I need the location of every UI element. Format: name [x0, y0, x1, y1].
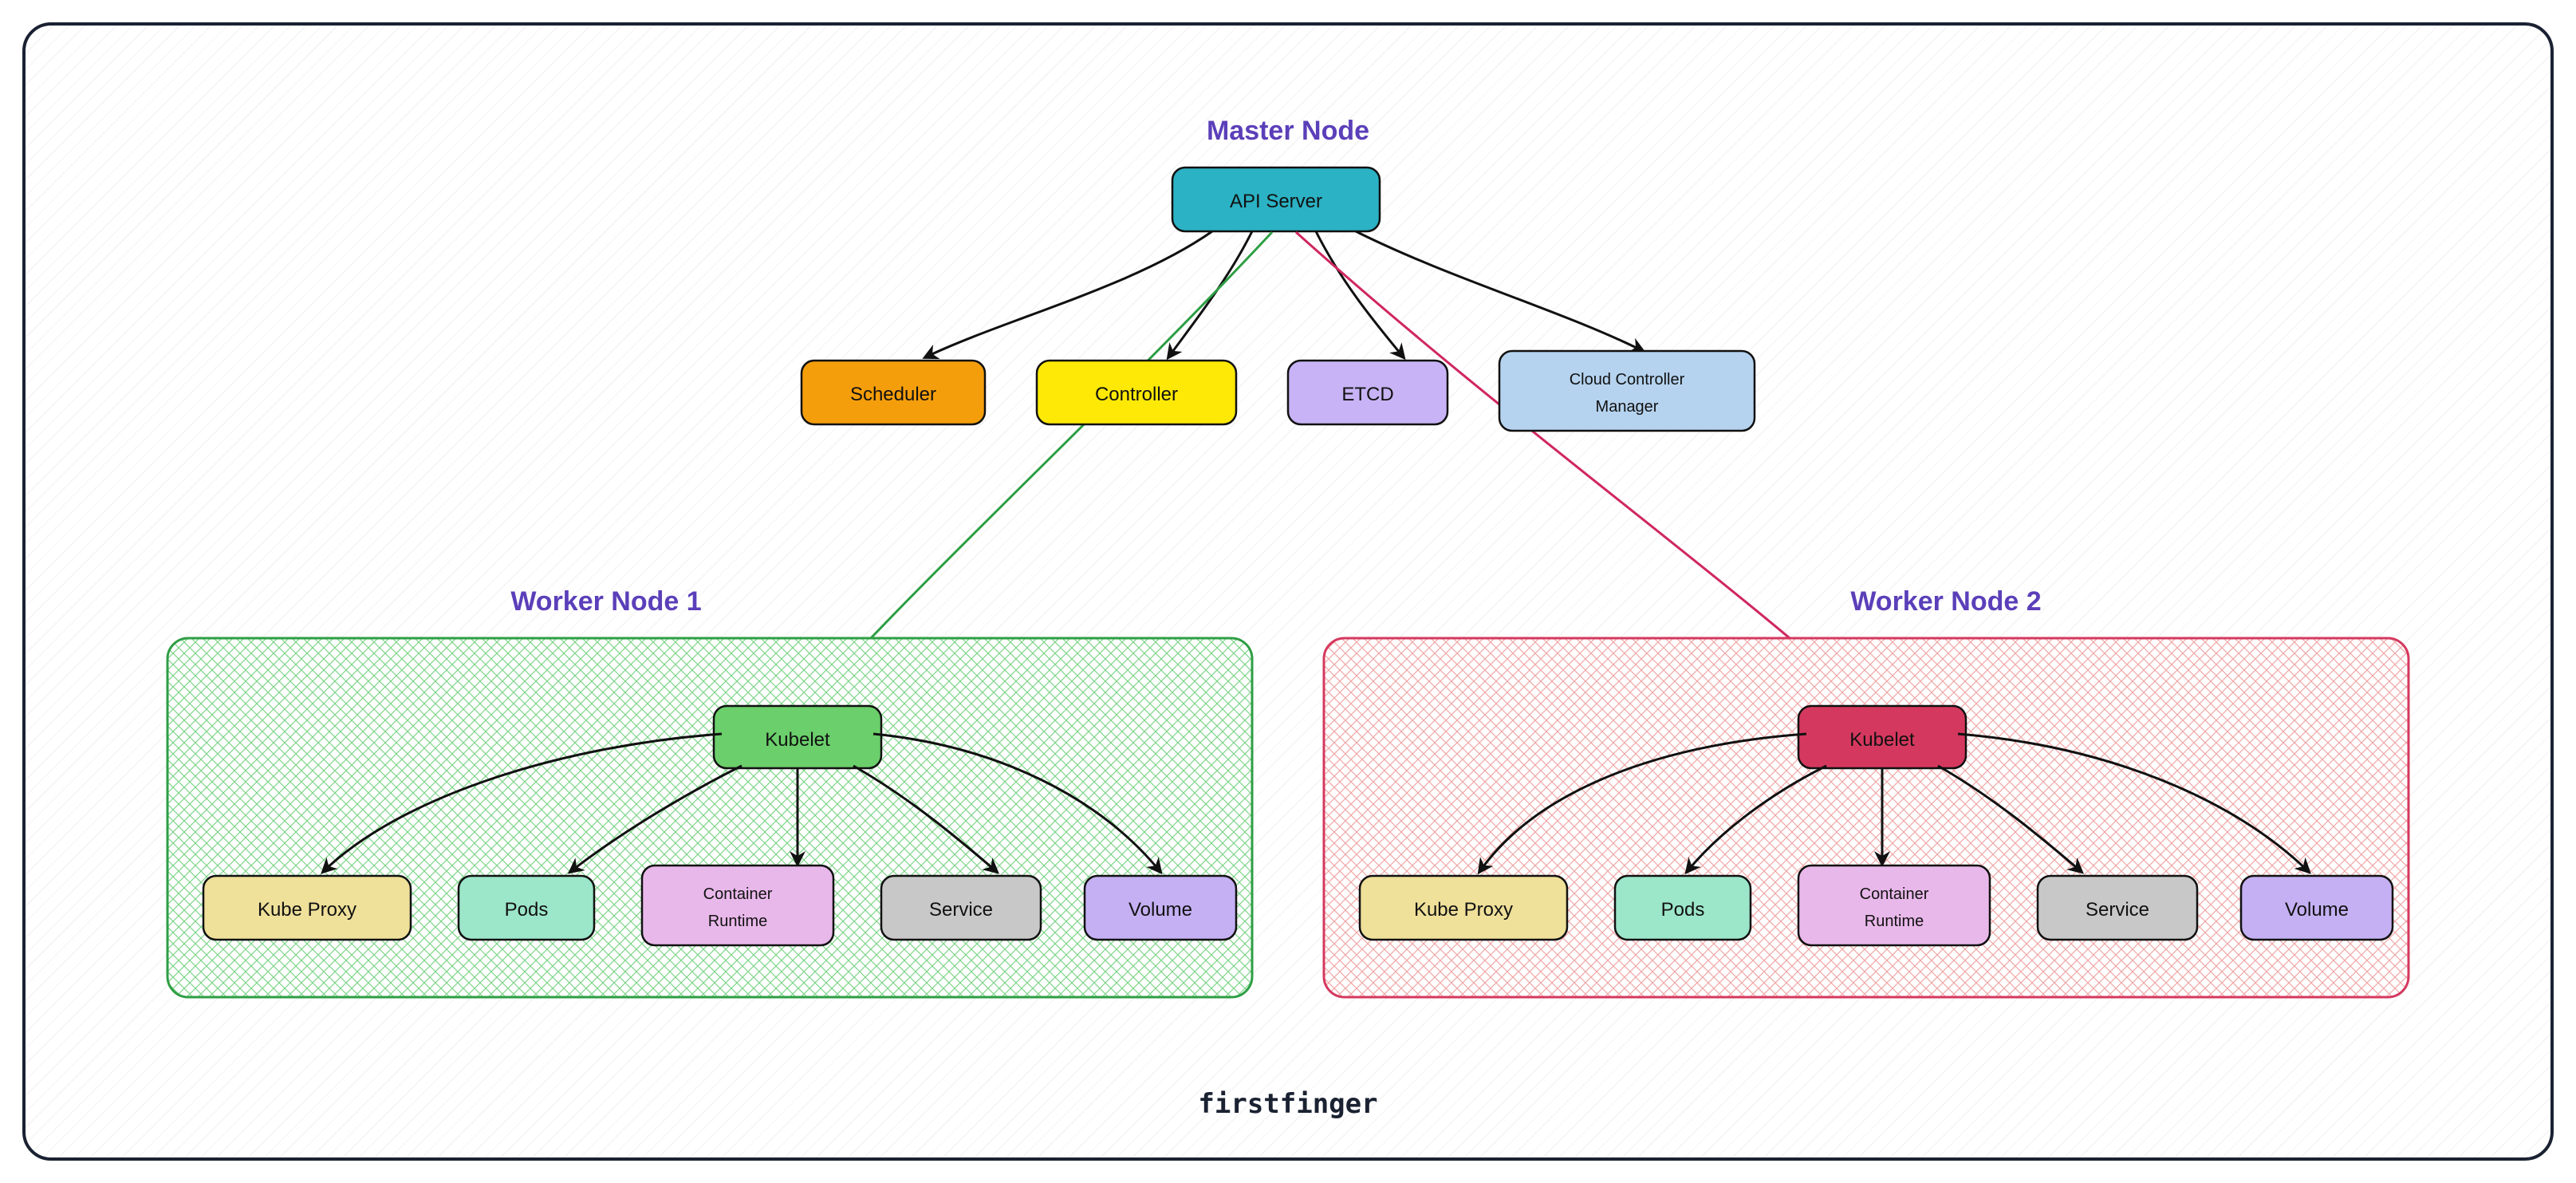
volume-1-label: Volume	[1128, 899, 1192, 921]
kube-proxy-2-label: Kube Proxy	[1414, 899, 1513, 921]
worker-2-title: Worker Node 2	[1850, 586, 2041, 617]
container-runtime-2-l1: Container	[1860, 885, 1929, 903]
volume-2-label: Volume	[2285, 899, 2349, 921]
pods-1-label: Pods	[505, 899, 549, 921]
scheduler-label: Scheduler	[850, 384, 936, 405]
service-2-label: Service	[2086, 899, 2149, 921]
master-node-title: Master Node	[1207, 116, 1369, 146]
kubelet-1-node: Kubelet	[714, 706, 881, 768]
pods-2-label: Pods	[1661, 899, 1705, 921]
service-1-node: Service	[881, 876, 1041, 940]
volume-2-node: Volume	[2241, 876, 2393, 940]
kubelet-2-node: Kubelet	[1798, 706, 1966, 768]
container-runtime-1-node: Container Runtime	[642, 866, 833, 945]
pods-2-node: Pods	[1615, 876, 1751, 940]
service-2-node: Service	[2038, 876, 2197, 940]
cloud-controller-manager-node: Cloud Controller Manager	[1499, 351, 1755, 431]
ccm-label-2: Manager	[1596, 398, 1659, 416]
kubelet-1-label: Kubelet	[765, 729, 830, 751]
kube-proxy-1-label: Kube Proxy	[258, 899, 356, 921]
container-runtime-2-l2: Runtime	[1865, 913, 1924, 930]
kube-proxy-2-node: Kube Proxy	[1360, 876, 1567, 940]
kubernetes-architecture-diagram: Master Node API Server Scheduler Control…	[0, 0, 2576, 1183]
volume-1-node: Volume	[1085, 876, 1236, 940]
scheduler-node: Scheduler	[802, 361, 985, 424]
etcd-node: ETCD	[1288, 361, 1448, 424]
footer-brand: firstfinger	[1198, 1088, 1377, 1120]
api-server-label: API Server	[1230, 191, 1322, 212]
kube-proxy-1-node: Kube Proxy	[203, 876, 411, 940]
ccm-label-1: Cloud Controller	[1570, 371, 1685, 388]
api-server-node: API Server	[1172, 168, 1380, 231]
controller-node: Controller	[1037, 361, 1236, 424]
container-runtime-2-node: Container Runtime	[1798, 866, 1990, 945]
container-runtime-1-l2: Runtime	[708, 913, 767, 930]
pods-1-node: Pods	[459, 876, 594, 940]
service-1-label: Service	[929, 899, 993, 921]
worker-1-title: Worker Node 1	[510, 586, 701, 617]
kubelet-2-label: Kubelet	[1849, 729, 1915, 751]
etcd-label: ETCD	[1341, 384, 1393, 405]
container-runtime-1-l1: Container	[703, 885, 773, 903]
controller-label: Controller	[1095, 384, 1178, 405]
